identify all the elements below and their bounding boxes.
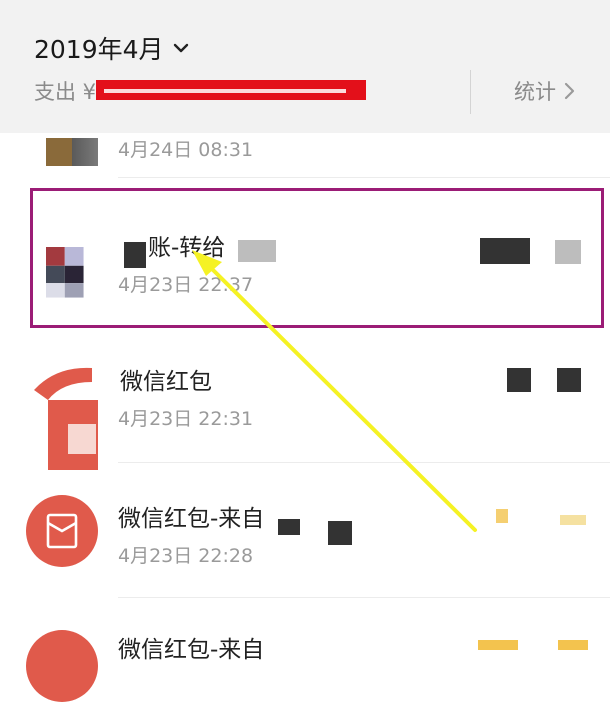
arrow-annotation: [192, 250, 477, 532]
